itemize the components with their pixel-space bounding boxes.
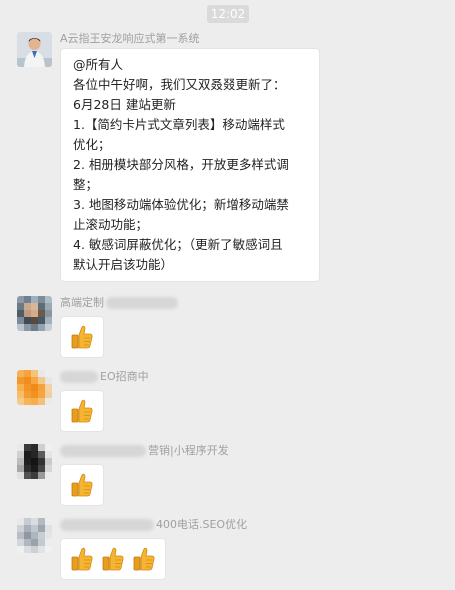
message-line: 整； <box>73 177 99 192</box>
sender-name: A云指王安龙响应式第一系统 <box>60 32 200 45</box>
message-reaction: EO招商中 <box>17 370 437 436</box>
thumbs-up-icon <box>71 399 93 423</box>
chat-window: 12:02 A云指王安龙响应式第一系统 @所有人 各位中午好啊，我们又双叒叕更新… <box>0 0 455 590</box>
sender-name-text: 400电话.SEO优化 <box>156 518 248 531</box>
timestamp: 12:02 <box>207 5 249 23</box>
message-line: 2. 相册模块部分风格，开放更多样式调 <box>73 157 289 172</box>
thumbs-up-icon <box>71 473 93 497</box>
message-reaction: 400电话.SEO优化 <box>17 518 437 584</box>
thumbs-up-icon <box>71 547 93 571</box>
message-bubble[interactable] <box>60 316 104 358</box>
avatar[interactable] <box>17 296 52 331</box>
message-line: 默认开启该功能） <box>73 257 174 272</box>
message-announcement: A云指王安龙响应式第一系统 @所有人 各位中午好啊，我们又双叒叕更新了： 6月2… <box>17 32 437 292</box>
sender-name: 高端定制 <box>60 296 178 310</box>
thumbs-up-icon <box>133 547 155 571</box>
avatar[interactable] <box>17 32 52 67</box>
avatar[interactable] <box>17 444 52 479</box>
message-line: 各位中午好啊，我们又双叒叕更新了： <box>73 77 286 92</box>
avatar[interactable] <box>17 518 52 553</box>
redacted-text <box>60 519 154 531</box>
sender-name: EO招商中 <box>60 370 149 384</box>
avatar[interactable] <box>17 370 52 405</box>
message-reaction: 营销|小程序开发 <box>17 444 437 510</box>
message-line: 优化； <box>73 137 111 152</box>
sender-name-text: EO招商中 <box>100 370 149 383</box>
sender-name: 400电话.SEO优化 <box>60 518 247 532</box>
message-line: 止滚动功能； <box>73 217 149 232</box>
thumbs-up-icon <box>71 325 93 349</box>
sender-name-text: 高端定制 <box>60 296 104 309</box>
redacted-text <box>106 297 178 309</box>
message-bubble[interactable] <box>60 464 104 506</box>
sender-name: 营销|小程序开发 <box>60 444 229 458</box>
sender-name-text: 营销|小程序开发 <box>148 444 229 457</box>
message-bubble[interactable] <box>60 390 104 432</box>
message-reaction: 高端定制 <box>17 296 437 362</box>
redacted-text <box>60 371 98 383</box>
message-bubble[interactable] <box>60 538 166 580</box>
thumbs-up-icon <box>102 547 124 571</box>
message-line: 1.【简约卡片式文章列表】移动端样式 <box>73 117 285 132</box>
message-line: 6月28日 建站更新 <box>73 97 176 112</box>
message-line: 3. 地图移动端体验优化；新增移动端禁 <box>73 197 289 212</box>
redacted-text <box>60 445 146 457</box>
message-line: 4. 敏感词屏蔽优化；（更新了敏感词且 <box>73 237 283 252</box>
message-bubble[interactable]: @所有人 各位中午好啊，我们又双叒叕更新了： 6月28日 建站更新 1.【简约卡… <box>60 48 320 282</box>
message-line: @所有人 <box>73 57 124 72</box>
